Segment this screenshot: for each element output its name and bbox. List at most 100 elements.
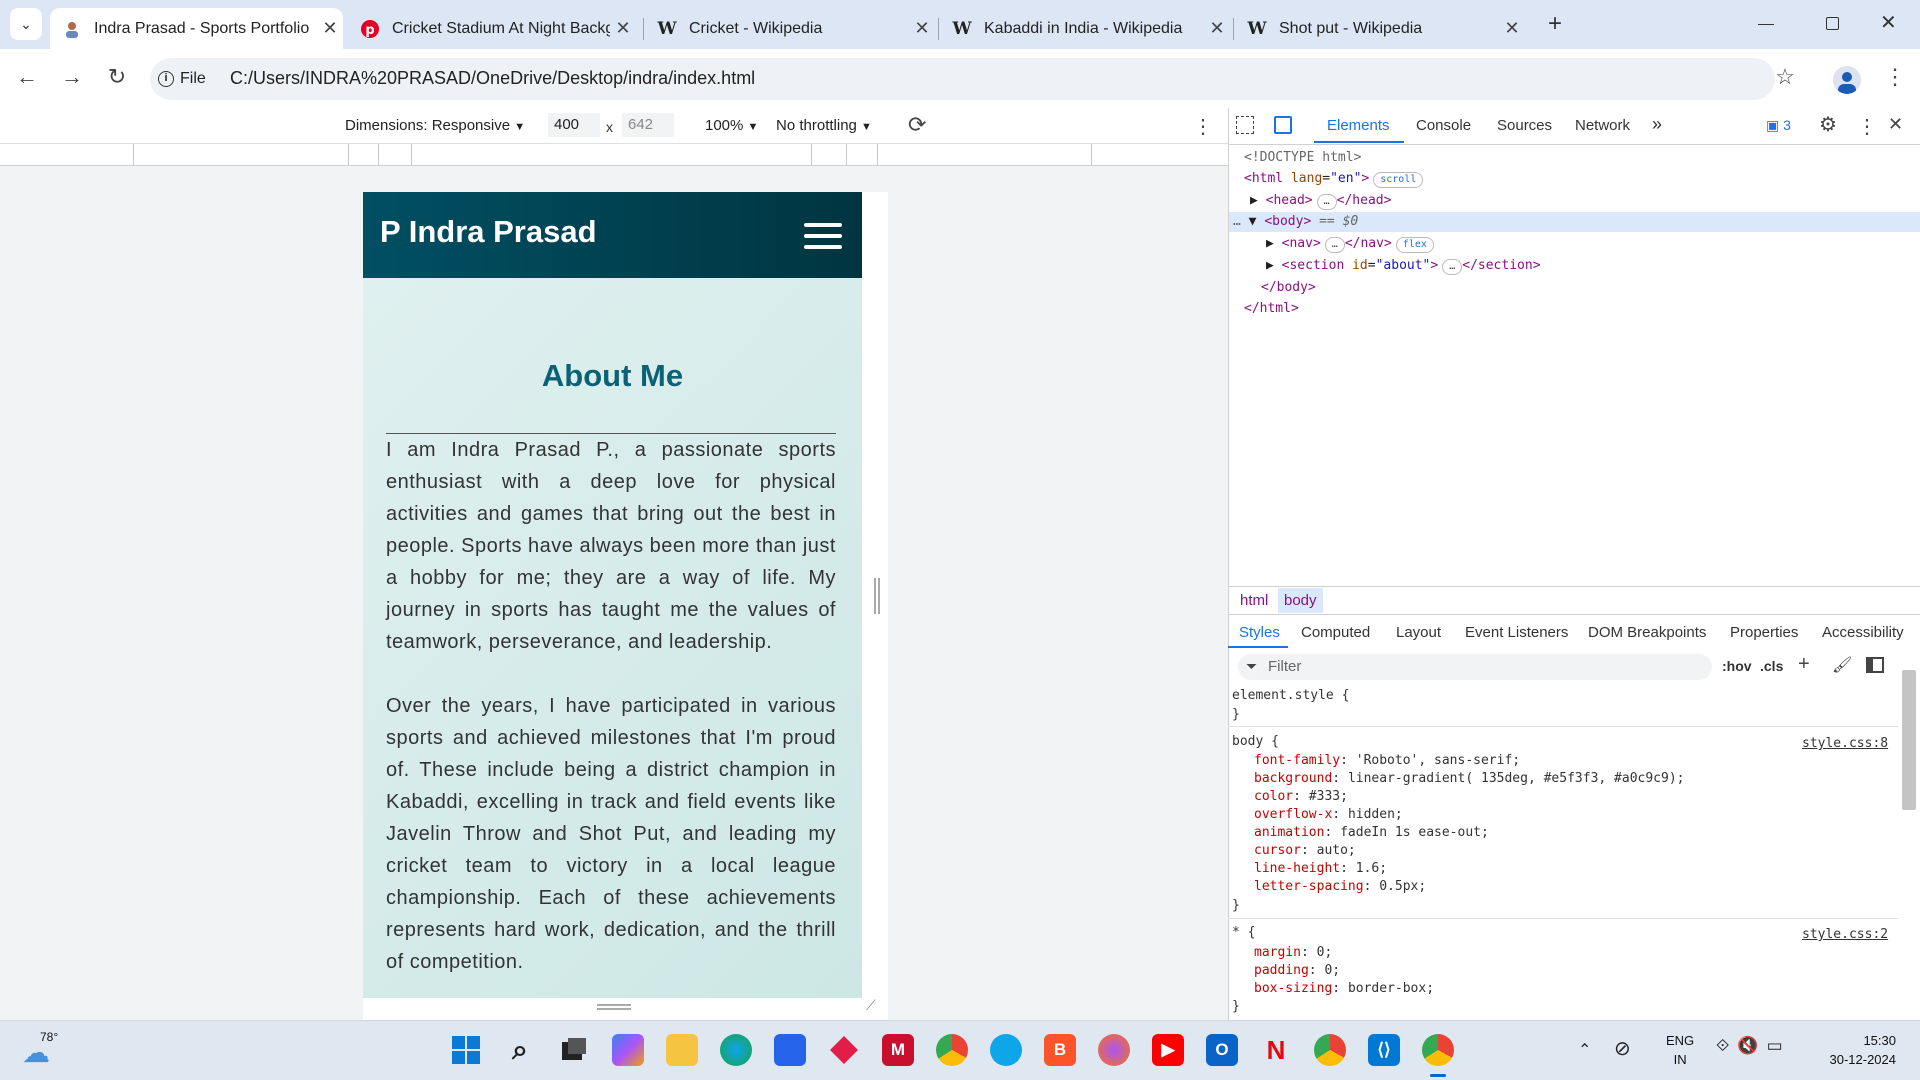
system-tray-icons[interactable]: ⟐🔇▭ (1716, 1036, 1791, 1056)
tab-pinterest[interactable]: p Cricket Stadium At Night Backg ✕ (348, 8, 636, 49)
devtools-tab-console[interactable]: Console (1416, 117, 1471, 134)
device-toggle-icon[interactable] (1274, 116, 1292, 134)
add-rule-icon[interactable]: + (1798, 653, 1810, 676)
clock[interactable]: 15:30 30-12-2024 (1816, 1031, 1897, 1069)
throttling-dropdown[interactable]: No throttling ▼ (776, 117, 872, 134)
css-property-row[interactable]: overflow-x: hidden; (1254, 806, 1684, 824)
forward-icon[interactable]: → (55, 64, 89, 90)
height-input[interactable]: 642 (622, 113, 674, 137)
devtools-more-icon[interactable]: ⋮ (1857, 114, 1877, 139)
tray-overflow-icon[interactable]: ⌃ (1578, 1040, 1591, 1060)
profile-avatar-icon[interactable] (1833, 66, 1861, 94)
close-devtools-icon[interactable]: ✕ (1888, 114, 1903, 135)
star-rule-selector[interactable]: * { (1232, 925, 1255, 940)
firefox-icon[interactable] (1098, 1034, 1130, 1066)
element-style-rule[interactable]: element.style { (1232, 688, 1349, 703)
css-property-row[interactable]: animation: fadeIn 1s ease-out; (1254, 824, 1684, 842)
css-property-row[interactable]: cursor: auto; (1254, 842, 1684, 860)
brave-icon[interactable]: B (1044, 1034, 1076, 1066)
tab-portfolio[interactable]: Indra Prasad - Sports Portfolio ✕ (50, 8, 343, 49)
hamburger-menu-icon[interactable] (800, 220, 846, 252)
chrome-icon[interactable] (936, 1034, 968, 1066)
dom-body-close[interactable]: </body> (1261, 280, 1316, 295)
zoom-dropdown[interactable]: 100% ▼ (705, 117, 758, 134)
minimize-icon[interactable] (1758, 24, 1774, 25)
styles-filter-input[interactable] (1238, 654, 1712, 680)
resize-handle-right[interactable] (874, 578, 880, 614)
flex-badge[interactable]: flex (1395, 237, 1434, 253)
new-tab-icon[interactable]: + (1540, 10, 1570, 40)
search-icon[interactable]: ⌕ (504, 1034, 536, 1066)
body-rule-source-link[interactable]: style.css:8 (1802, 736, 1888, 751)
styles-tab-layout[interactable]: Layout (1396, 624, 1441, 641)
breadcrumb-html[interactable]: html (1240, 592, 1268, 609)
file-chip[interactable]: i File (158, 64, 206, 94)
body-rule-selector[interactable]: body { (1232, 734, 1279, 749)
microsoft-store-icon[interactable] (774, 1034, 806, 1066)
dom-html-open[interactable]: <html lang="en"> scroll (1244, 171, 1424, 188)
chrome-menu-icon[interactable]: ⋮ (1878, 64, 1912, 90)
styles-tab-properties[interactable]: Properties (1730, 624, 1798, 641)
red-diamond-app-icon[interactable] (828, 1034, 860, 1066)
resize-corner-icon[interactable]: ⟋ (866, 997, 876, 1014)
device-more-icon[interactable]: ⋮ (1193, 114, 1213, 139)
reload-icon[interactable]: ↻ (100, 64, 134, 90)
cls-toggle[interactable]: .cls (1760, 658, 1783, 674)
close-tab-icon[interactable]: ✕ (317, 18, 343, 39)
inspect-element-icon[interactable] (1236, 116, 1254, 134)
css-property-row[interactable]: background: linear-gradient( 135deg, #e5… (1254, 770, 1684, 788)
chrome-active-icon[interactable] (1422, 1034, 1454, 1066)
tab-kabaddi-wiki[interactable]: W Kabaddi in India - Wikipedia ✕ (940, 8, 1230, 49)
styles-scrollbar[interactable] (1902, 670, 1916, 810)
copilot-icon[interactable] (612, 1034, 644, 1066)
styles-tab-computed[interactable]: Computed (1301, 624, 1370, 641)
breadcrumb-body[interactable]: body (1278, 588, 1323, 613)
vscode-icon[interactable]: ⟨⟩ (1368, 1034, 1400, 1066)
more-tabs-icon[interactable]: » (1652, 114, 1662, 135)
devtools-tab-elements[interactable]: Elements (1327, 117, 1390, 134)
site-title[interactable]: P Indra Prasad (380, 214, 597, 250)
address-text[interactable]: C:/Users/INDRA%20PRASAD/OneDrive/Desktop… (230, 68, 755, 89)
phone-link-icon[interactable] (990, 1034, 1022, 1066)
youtube-icon[interactable]: ▶ (1152, 1034, 1184, 1066)
netflix-icon[interactable]: N (1260, 1034, 1292, 1066)
css-property-row[interactable]: padding: 0; (1254, 962, 1434, 980)
close-tab-icon[interactable]: ✕ (610, 18, 636, 39)
close-tab-icon[interactable]: ✕ (909, 18, 935, 39)
css-property-row[interactable]: margin: 0; (1254, 944, 1434, 962)
styles-tab-dom-breakpoints[interactable]: DOM Breakpoints (1588, 624, 1706, 641)
star-rule-source-link[interactable]: style.css:2 (1802, 927, 1888, 942)
rotate-icon[interactable]: ⟳ (908, 112, 926, 138)
edge-icon[interactable] (720, 1034, 752, 1066)
css-property-row[interactable]: letter-spacing: 0.5px; (1254, 878, 1684, 896)
restore-icon[interactable] (1826, 17, 1839, 30)
dom-html-close[interactable]: </html> (1244, 301, 1299, 316)
network-off-icon[interactable]: ⊘ (1614, 1036, 1631, 1061)
dom-doctype[interactable]: <!DOCTYPE html> (1244, 150, 1361, 165)
hov-toggle[interactable]: :hov (1722, 658, 1752, 674)
close-tab-icon[interactable]: ✕ (1204, 18, 1230, 39)
dom-nav[interactable]: ▶ <nav>… </nav> flex (1266, 236, 1434, 253)
width-input[interactable]: 400 (548, 113, 600, 137)
styles-tab-event-listeners[interactable]: Event Listeners (1465, 624, 1568, 641)
styles-tab-accessibility[interactable]: Accessibility (1822, 624, 1904, 641)
mcafee-icon[interactable]: M (882, 1034, 914, 1066)
dom-body-open[interactable]: … ▼ <body> == $0 (1233, 214, 1358, 229)
task-view-icon[interactable] (558, 1034, 590, 1066)
css-property-row[interactable]: color: #333; (1254, 788, 1684, 806)
dom-section[interactable]: ▶ <section id="about">… </section> (1266, 258, 1541, 275)
close-window-icon[interactable]: ✕ (1880, 10, 1897, 35)
css-property-row[interactable]: font-family: 'Roboto', sans-serif; (1254, 752, 1684, 770)
issues-counter[interactable]: ▣ 3 (1766, 117, 1791, 134)
dimensions-dropdown[interactable]: Dimensions: Responsive ▼ (345, 117, 525, 134)
chrome-devtools-icon[interactable] (1314, 1034, 1346, 1066)
sidebar-toggle-icon[interactable] (1866, 657, 1884, 673)
tab-cricket-wiki[interactable]: W Cricket - Wikipedia ✕ (645, 8, 935, 49)
language-indicator[interactable]: ENG IN (1666, 1031, 1694, 1069)
styles-tab-styles[interactable]: Styles (1239, 624, 1280, 641)
tab-shotput-wiki[interactable]: W Shot put - Wikipedia ✕ (1235, 8, 1525, 49)
css-property-row[interactable]: box-sizing: border-box; (1254, 980, 1434, 998)
outlook-icon[interactable]: O (1206, 1034, 1238, 1066)
devtools-tab-sources[interactable]: Sources (1497, 117, 1552, 134)
windows-start-icon[interactable] (450, 1034, 482, 1066)
